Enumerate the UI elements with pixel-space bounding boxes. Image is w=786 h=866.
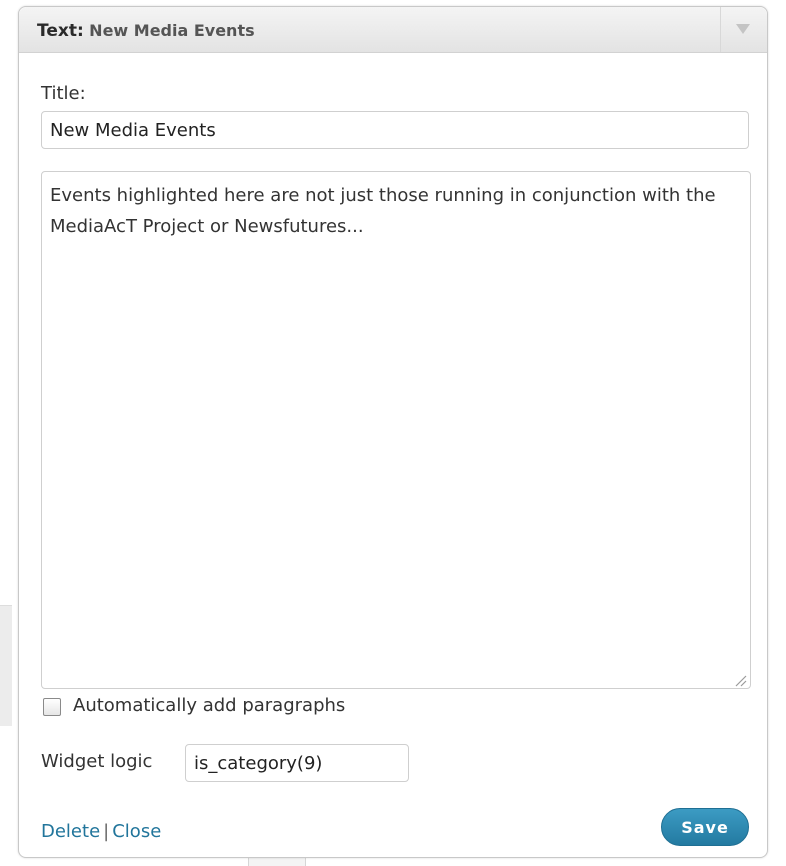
save-button[interactable]: Save: [661, 808, 749, 846]
widget-footer-links: Delete | Close: [41, 821, 161, 842]
delete-link[interactable]: Delete: [41, 821, 100, 842]
triangle-down-icon: [736, 24, 750, 34]
background-sidebar-edge: [0, 605, 12, 726]
close-link[interactable]: Close: [112, 821, 161, 842]
widget-logic-input[interactable]: [185, 744, 409, 782]
title-input[interactable]: [41, 111, 749, 149]
auto-paragraphs-label: Automatically add paragraphs: [73, 695, 346, 716]
widget-header[interactable]: Text: New Media Events: [19, 7, 767, 53]
auto-paragraphs-checkbox[interactable]: [43, 698, 61, 716]
text-widget-panel: Text: New Media Events Title: Events hig…: [18, 6, 768, 858]
widget-name: New Media Events: [89, 21, 255, 40]
widget-content-textarea[interactable]: Events highlighted here are not just tho…: [41, 171, 751, 689]
page: Text: New Media Events Title: Events hig…: [0, 0, 786, 866]
resize-grip-icon[interactable]: [733, 673, 747, 687]
widget-logic-label: Widget logic: [41, 751, 153, 772]
widget-title: Text: New Media Events: [37, 21, 255, 41]
widget-toggle-button[interactable]: [720, 7, 767, 52]
title-label: Title:: [41, 83, 86, 104]
widget-type-label: Text:: [37, 21, 84, 41]
link-separator: |: [103, 821, 110, 842]
